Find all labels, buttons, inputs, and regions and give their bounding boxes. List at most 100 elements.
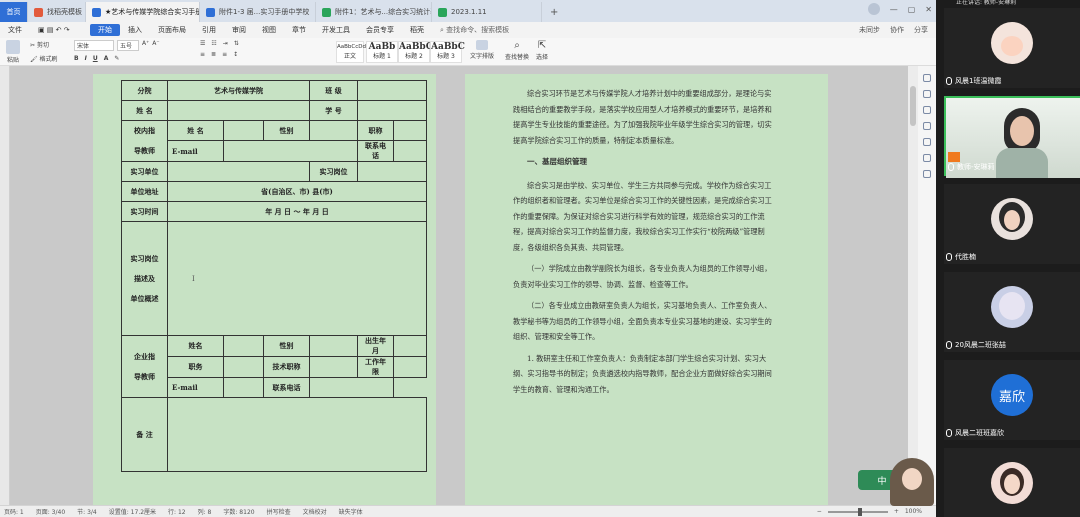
- quick-access-icons[interactable]: ▣ ▤ ↶ ↷: [30, 26, 90, 34]
- floating-assistant[interactable]: 中: [858, 458, 936, 506]
- status-words[interactable]: 字数: 8120: [223, 507, 254, 516]
- maximize-icon[interactable]: ▢: [908, 5, 916, 14]
- cut-button[interactable]: ✂ 剪切: [30, 40, 58, 49]
- sync-status[interactable]: 未同步: [859, 25, 880, 35]
- participant-tile-active-speaker[interactable]: 教师-安琳莉: [944, 96, 1080, 178]
- indent-icon[interactable]: ⇥: [223, 40, 228, 47]
- cell-empty[interactable]: [393, 356, 427, 378]
- cell-empty[interactable]: [393, 120, 427, 141]
- format-painter-button[interactable]: 🖌 格式刷: [30, 54, 58, 63]
- page-form[interactable]: 分院 艺术与传媒学院 班 级 姓 名 学 号 校内指 导教师 姓 名 性别 职称…: [93, 74, 436, 505]
- tab-statistics-sheet[interactable]: 附件1：艺术与...综合实习统计表: [316, 2, 432, 22]
- cell-value[interactable]: 年 月 日 ～ 年 月 日: [167, 201, 427, 222]
- style-normal[interactable]: AaBbCcDd 正文: [336, 41, 366, 63]
- select-button[interactable]: ⇱ 选择: [536, 40, 548, 61]
- shrink-font-icon[interactable]: A⁻: [152, 40, 159, 51]
- tab-docer-templates[interactable]: 找稻壳模板: [28, 2, 86, 22]
- cell-empty[interactable]: [223, 140, 358, 162]
- cell-empty[interactable]: [357, 161, 427, 182]
- cell-empty[interactable]: [393, 140, 427, 162]
- cell-empty[interactable]: [309, 120, 358, 141]
- cell-empty[interactable]: [357, 100, 427, 121]
- cell-empty[interactable]: [309, 377, 394, 398]
- page-standards[interactable]: 综合实习环节是艺术与传媒学院人才培养计划中的重要组成部分，是理论与实践相结合的重…: [465, 74, 828, 505]
- missing-font-button[interactable]: 缺失字体: [339, 507, 363, 516]
- cell-empty[interactable]: [223, 356, 264, 378]
- menu-item-review[interactable]: 审阅: [224, 25, 254, 35]
- menu-item-view[interactable]: 视图: [254, 25, 284, 35]
- cell-empty[interactable]: [223, 377, 264, 398]
- location-icon[interactable]: [923, 74, 931, 82]
- assistant-avatar[interactable]: [890, 458, 934, 506]
- participant-tile[interactable]: 20风晨二班张喆: [944, 272, 1080, 352]
- tab-internship-handbook[interactable]: ★艺术与传媒学院综合实习手册 ✕: [86, 2, 200, 22]
- cell-description-input[interactable]: I: [167, 221, 427, 336]
- close-icon[interactable]: ✕: [925, 5, 932, 14]
- cell-value[interactable]: 省(自治区、市) 县(市): [167, 181, 427, 202]
- style-heading-3[interactable]: AaBbC 标题 3: [430, 41, 465, 63]
- font-name-select[interactable]: 宋体: [74, 40, 114, 51]
- share-icon[interactable]: [923, 138, 931, 146]
- cell-remarks-input[interactable]: [167, 397, 427, 472]
- sort-icon[interactable]: ⇅: [234, 40, 239, 47]
- proofread-button[interactable]: 文档校对: [303, 507, 327, 516]
- edit-icon[interactable]: [923, 90, 931, 98]
- cell-empty[interactable]: [167, 161, 310, 182]
- menu-item-member[interactable]: 会员专享: [358, 25, 402, 35]
- highlight-icon[interactable]: ✎: [114, 55, 119, 62]
- command-search-input[interactable]: ⌕ 查找命令、搜索模板: [432, 25, 517, 35]
- font-color-icon[interactable]: A: [104, 55, 109, 62]
- scrollbar-thumb[interactable]: [910, 86, 916, 126]
- menu-item-insert[interactable]: 插入: [120, 25, 150, 35]
- italic-icon[interactable]: I: [85, 55, 87, 62]
- pin-icon[interactable]: [923, 106, 931, 114]
- paste-button[interactable]: 粘贴: [6, 40, 20, 64]
- menu-item-section[interactable]: 章节: [284, 25, 314, 35]
- cell-empty[interactable]: [223, 120, 264, 141]
- underline-icon[interactable]: U: [93, 55, 98, 62]
- cell-empty[interactable]: [309, 356, 358, 378]
- line-spacing-icon[interactable]: ↕: [233, 51, 238, 58]
- account-avatar[interactable]: [867, 3, 880, 15]
- tab-date-sheet[interactable]: 2023.1.11: [432, 2, 542, 22]
- zoom-in-icon[interactable]: +: [894, 508, 899, 515]
- participant-tile[interactable]: 嘉欣 风晨二班班嘉欣: [944, 360, 1080, 440]
- bullets-icon[interactable]: ☰: [200, 40, 205, 47]
- zoom-slider-thumb[interactable]: [857, 507, 862, 516]
- align-center-icon[interactable]: ≣: [211, 51, 216, 58]
- layers-icon[interactable]: [923, 170, 931, 178]
- share-button[interactable]: 分享: [914, 25, 928, 35]
- menu-item-layout[interactable]: 页面布局: [150, 25, 194, 35]
- style-heading-2[interactable]: AaBbC 标题 2: [398, 41, 433, 63]
- participant-tile[interactable]: 风晨1班温微霞: [944, 8, 1080, 88]
- collaborate-button[interactable]: 协作: [890, 25, 904, 35]
- settings-icon[interactable]: [923, 154, 931, 162]
- zoom-out-icon[interactable]: −: [817, 508, 822, 515]
- style-heading-1[interactable]: AaBb 标题 1: [366, 41, 398, 63]
- menu-item-file[interactable]: 文件: [0, 25, 30, 35]
- cell-empty[interactable]: [357, 80, 427, 101]
- menu-item-home[interactable]: 开始: [90, 24, 120, 36]
- cell-empty[interactable]: [393, 335, 427, 357]
- zoom-slider[interactable]: [827, 507, 888, 516]
- participant-tile[interactable]: [944, 448, 1080, 517]
- menu-item-references[interactable]: 引用: [194, 25, 224, 35]
- menu-item-docer[interactable]: 稻壳: [402, 25, 432, 35]
- document-canvas[interactable]: 分院 艺术与传媒学院 班 级 姓 名 学 号 校内指 导教师 姓 名 性别 职称…: [0, 66, 936, 505]
- spell-check-toggle[interactable]: 拼写检查: [267, 507, 291, 516]
- cell-empty[interactable]: [167, 100, 310, 121]
- text-layout-button[interactable]: 文字排版: [470, 40, 494, 60]
- status-pages[interactable]: 页面: 3/40: [36, 507, 65, 516]
- tab-appendix-handbook[interactable]: 附件1-3 届...实习手册中学校: [200, 2, 316, 22]
- cell-empty[interactable]: [223, 335, 264, 357]
- numbering-icon[interactable]: ☷: [211, 40, 216, 47]
- minimize-icon[interactable]: —: [890, 5, 898, 14]
- properties-icon[interactable]: [923, 122, 931, 130]
- grow-font-icon[interactable]: A⁺: [142, 40, 149, 51]
- find-replace-button[interactable]: ⌕ 查找替换: [505, 40, 529, 61]
- align-right-icon[interactable]: ≡: [222, 51, 227, 58]
- font-size-select[interactable]: 五号: [117, 40, 139, 51]
- bold-icon[interactable]: B: [74, 55, 79, 62]
- cell-value[interactable]: 艺术与传媒学院: [167, 80, 310, 101]
- tab-home[interactable]: 首页: [0, 2, 28, 22]
